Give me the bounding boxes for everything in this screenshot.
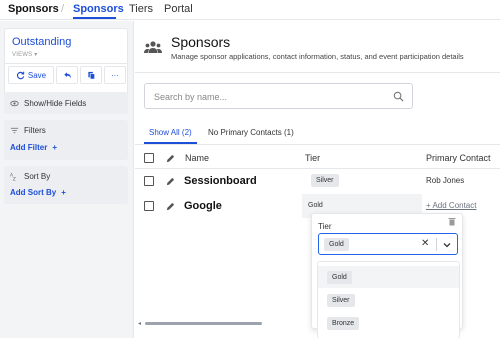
option-chip: Bronze <box>327 317 360 330</box>
undo-icon <box>63 71 71 78</box>
sponsor-name[interactable]: Google <box>184 200 222 212</box>
add-sort-button[interactable]: Add Sort By + <box>10 188 66 197</box>
chevron-down-icon[interactable] <box>442 240 452 250</box>
save-button[interactable]: Save <box>8 66 54 84</box>
filter-icon <box>10 127 19 134</box>
undo-button[interactable] <box>56 66 78 84</box>
filters-section: Filters Add Filter + <box>4 120 128 160</box>
scroll-left-arrow[interactable]: ◂ <box>138 320 141 327</box>
pencil-icon <box>166 154 175 163</box>
divider <box>135 144 500 145</box>
tier-dropdown-label: Tier <box>318 222 332 231</box>
show-hide-fields[interactable]: Show/Hide Fields <box>4 92 128 114</box>
add-filter-button[interactable]: Add Filter + <box>10 143 57 152</box>
pencil-icon[interactable] <box>166 202 175 211</box>
selected-tier-chip: Gold <box>324 238 349 251</box>
plus-icon: + <box>52 143 58 152</box>
page-title: Sponsors <box>171 34 231 50</box>
tier-chip[interactable]: Silver <box>311 174 339 187</box>
view-tab-show-all[interactable]: Show All (2) <box>149 128 192 137</box>
option-chip: Gold <box>327 271 352 284</box>
column-header-primary-contact[interactable]: Primary Contact <box>426 153 491 163</box>
save-label: Save <box>27 70 47 80</box>
horizontal-scrollbar[interactable] <box>145 322 262 325</box>
copy-icon <box>87 71 95 79</box>
sort-header: AZ Sort By <box>10 172 50 181</box>
tier-option-gold[interactable]: Gold <box>318 266 459 288</box>
tier-option-bronze[interactable]: Bronze <box>318 312 459 334</box>
trash-icon[interactable] <box>448 217 456 226</box>
option-chip: Silver <box>327 294 355 307</box>
views-dropdown[interactable]: VIEWS ▾ <box>12 51 37 58</box>
search-icon[interactable] <box>393 91 404 102</box>
add-contact-link[interactable]: + Add Contact <box>426 201 476 210</box>
active-tab-indicator <box>73 17 116 19</box>
tab-portal[interactable]: Portal <box>164 3 193 15</box>
divider <box>5 63 127 64</box>
filters-header: Filters <box>10 126 46 135</box>
search-input[interactable]: Search by name... <box>144 83 413 109</box>
tier-option-silver[interactable]: Silver <box>318 289 459 311</box>
tier-select[interactable]: Gold ✕ <box>318 233 458 255</box>
view-title[interactable]: Outstanding <box>12 36 71 48</box>
column-header-name[interactable]: Name <box>185 153 209 163</box>
people-icon <box>144 41 162 53</box>
show-hide-label: Show/Hide Fields <box>24 99 87 108</box>
tier-chip[interactable]: Gold <box>303 199 328 212</box>
add-sort-label: Add Sort By <box>10 188 57 197</box>
sidebar: Outstanding VIEWS ▾ Save ··· Show/Hide F… <box>0 21 134 338</box>
close-icon[interactable]: ✕ <box>421 238 429 249</box>
add-filter-label: Add Filter <box>10 143 48 152</box>
select-all-checkbox[interactable] <box>144 153 154 163</box>
tier-options-list: Gold Silver Bronze <box>317 261 460 338</box>
pencil-icon[interactable] <box>166 177 175 186</box>
divider <box>436 238 437 251</box>
sort-az-icon: AZ <box>10 173 16 182</box>
tab-tiers[interactable]: Tiers <box>129 3 153 15</box>
divider <box>135 72 500 73</box>
search-placeholder: Search by name... <box>154 92 228 102</box>
refresh-icon <box>16 71 25 79</box>
svg-text:Z: Z <box>13 177 16 181</box>
show-hide-header: Show/Hide Fields <box>10 99 86 108</box>
tab-sponsors[interactable]: Sponsors <box>73 3 124 15</box>
sort-title: Sort By <box>24 172 51 181</box>
table-header: Name Tier Primary Contact <box>135 147 500 169</box>
view-tab-no-primary[interactable]: No Primary Contacts (1) <box>208 128 294 137</box>
copy-button[interactable] <box>80 66 102 84</box>
top-nav: Sponsors / Sponsors Tiers Portal <box>0 0 500 20</box>
tier-dropdown: Tier Gold ✕ Gold Silver Bronze <box>311 213 463 338</box>
plus-icon: + <box>61 188 66 197</box>
more-label: ··· <box>111 70 119 80</box>
column-header-tier[interactable]: Tier <box>305 153 320 163</box>
sponsor-name[interactable]: Sessionboard <box>184 175 257 187</box>
filters-title: Filters <box>24 126 46 135</box>
page-subtitle: Manage sponsor applications, contact inf… <box>171 52 464 61</box>
row-checkbox[interactable] <box>144 176 154 186</box>
breadcrumb-separator: / <box>61 3 65 15</box>
table-row[interactable]: Sessionboard Silver Rob Jones <box>135 169 500 193</box>
app-title: Sponsors <box>8 3 59 15</box>
more-button[interactable]: ··· <box>104 66 126 84</box>
primary-contact[interactable]: Rob Jones <box>426 176 464 185</box>
row-checkbox[interactable] <box>144 201 154 211</box>
sort-section: AZ Sort By Add Sort By + <box>4 166 128 204</box>
eye-icon <box>10 100 19 107</box>
